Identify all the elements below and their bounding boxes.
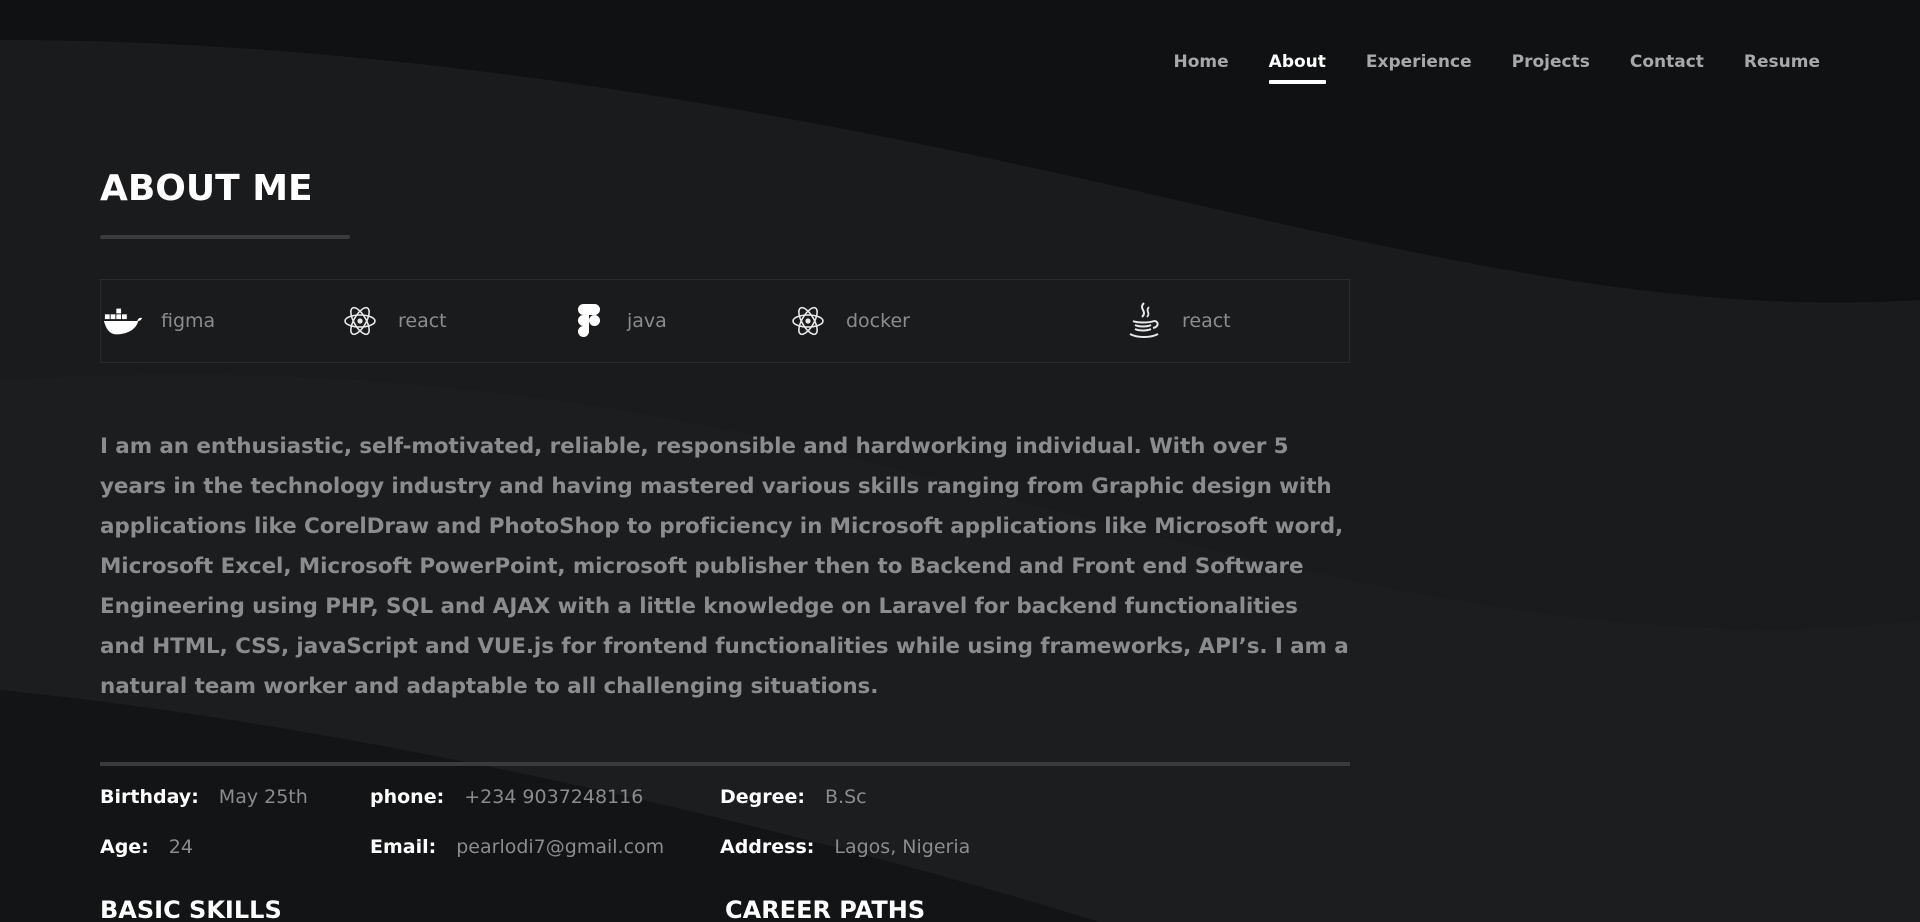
skill-item: react: [340, 280, 447, 362]
personal-info: Birthday: May 25th phone: +234 903724811…: [100, 786, 1350, 876]
skill-label: java: [627, 310, 667, 332]
java-icon: [1124, 301, 1164, 341]
info-label: Address:: [720, 836, 815, 858]
about-section: ABOUT ME figma react java docker react I…: [100, 165, 1350, 876]
react-icon: [788, 301, 828, 341]
info-birthday: Birthday: May 25th: [100, 786, 308, 808]
title-underline: [100, 235, 350, 239]
skill-item: java: [569, 280, 667, 362]
info-value: 24: [168, 836, 193, 858]
skill-item: figma: [103, 280, 215, 362]
nav-home[interactable]: Home: [1174, 52, 1229, 84]
info-label: Email:: [370, 836, 437, 858]
info-value: B.Sc: [825, 786, 867, 808]
nav-projects[interactable]: Projects: [1512, 52, 1590, 84]
info-email: Email: pearlodi7@gmail.com: [370, 836, 664, 858]
figma-icon: [569, 301, 609, 341]
nav-about[interactable]: About: [1268, 52, 1327, 84]
docker-icon: [103, 301, 143, 341]
info-divider: [100, 762, 1350, 766]
info-value: May 25th: [218, 786, 308, 808]
info-value: pearlodi7@gmail.com: [456, 836, 665, 858]
react-icon: [340, 301, 380, 341]
skill-label: docker: [846, 310, 910, 332]
skill-label: figma: [161, 310, 216, 332]
info-label: Age:: [100, 836, 149, 858]
career-paths-heading: CAREER PATHS: [725, 896, 926, 922]
skill-item: docker: [788, 280, 910, 362]
info-value: +234 9037248116: [464, 786, 644, 808]
info-phone: phone: +234 9037248116: [370, 786, 643, 808]
skill-item: react: [1124, 280, 1231, 362]
bio-text: I am an enthusiastic, self-motivated, re…: [100, 434, 1349, 699]
info-value: Lagos, Nigeria: [834, 836, 971, 858]
info-label: Birthday:: [100, 786, 199, 808]
info-address: Address: Lagos, Nigeria: [720, 836, 970, 858]
main-nav: Home About Experience Projects Contact R…: [1174, 52, 1820, 84]
skills-strip: figma react java docker react: [100, 279, 1350, 363]
nav-resume[interactable]: Resume: [1744, 52, 1820, 84]
info-label: Degree:: [720, 786, 805, 808]
skill-label: react: [398, 310, 447, 332]
nav-contact[interactable]: Contact: [1630, 52, 1704, 84]
skill-label: react: [1182, 310, 1231, 332]
info-age: Age: 24: [100, 836, 193, 858]
page-title: ABOUT ME: [100, 168, 313, 209]
info-label: phone:: [370, 786, 445, 808]
page: Home About Experience Projects Contact R…: [0, 0, 1920, 922]
basic-skills-heading: BASIC SKILLS: [100, 896, 282, 922]
nav-experience[interactable]: Experience: [1366, 52, 1472, 84]
info-degree: Degree: B.Sc: [720, 786, 867, 808]
